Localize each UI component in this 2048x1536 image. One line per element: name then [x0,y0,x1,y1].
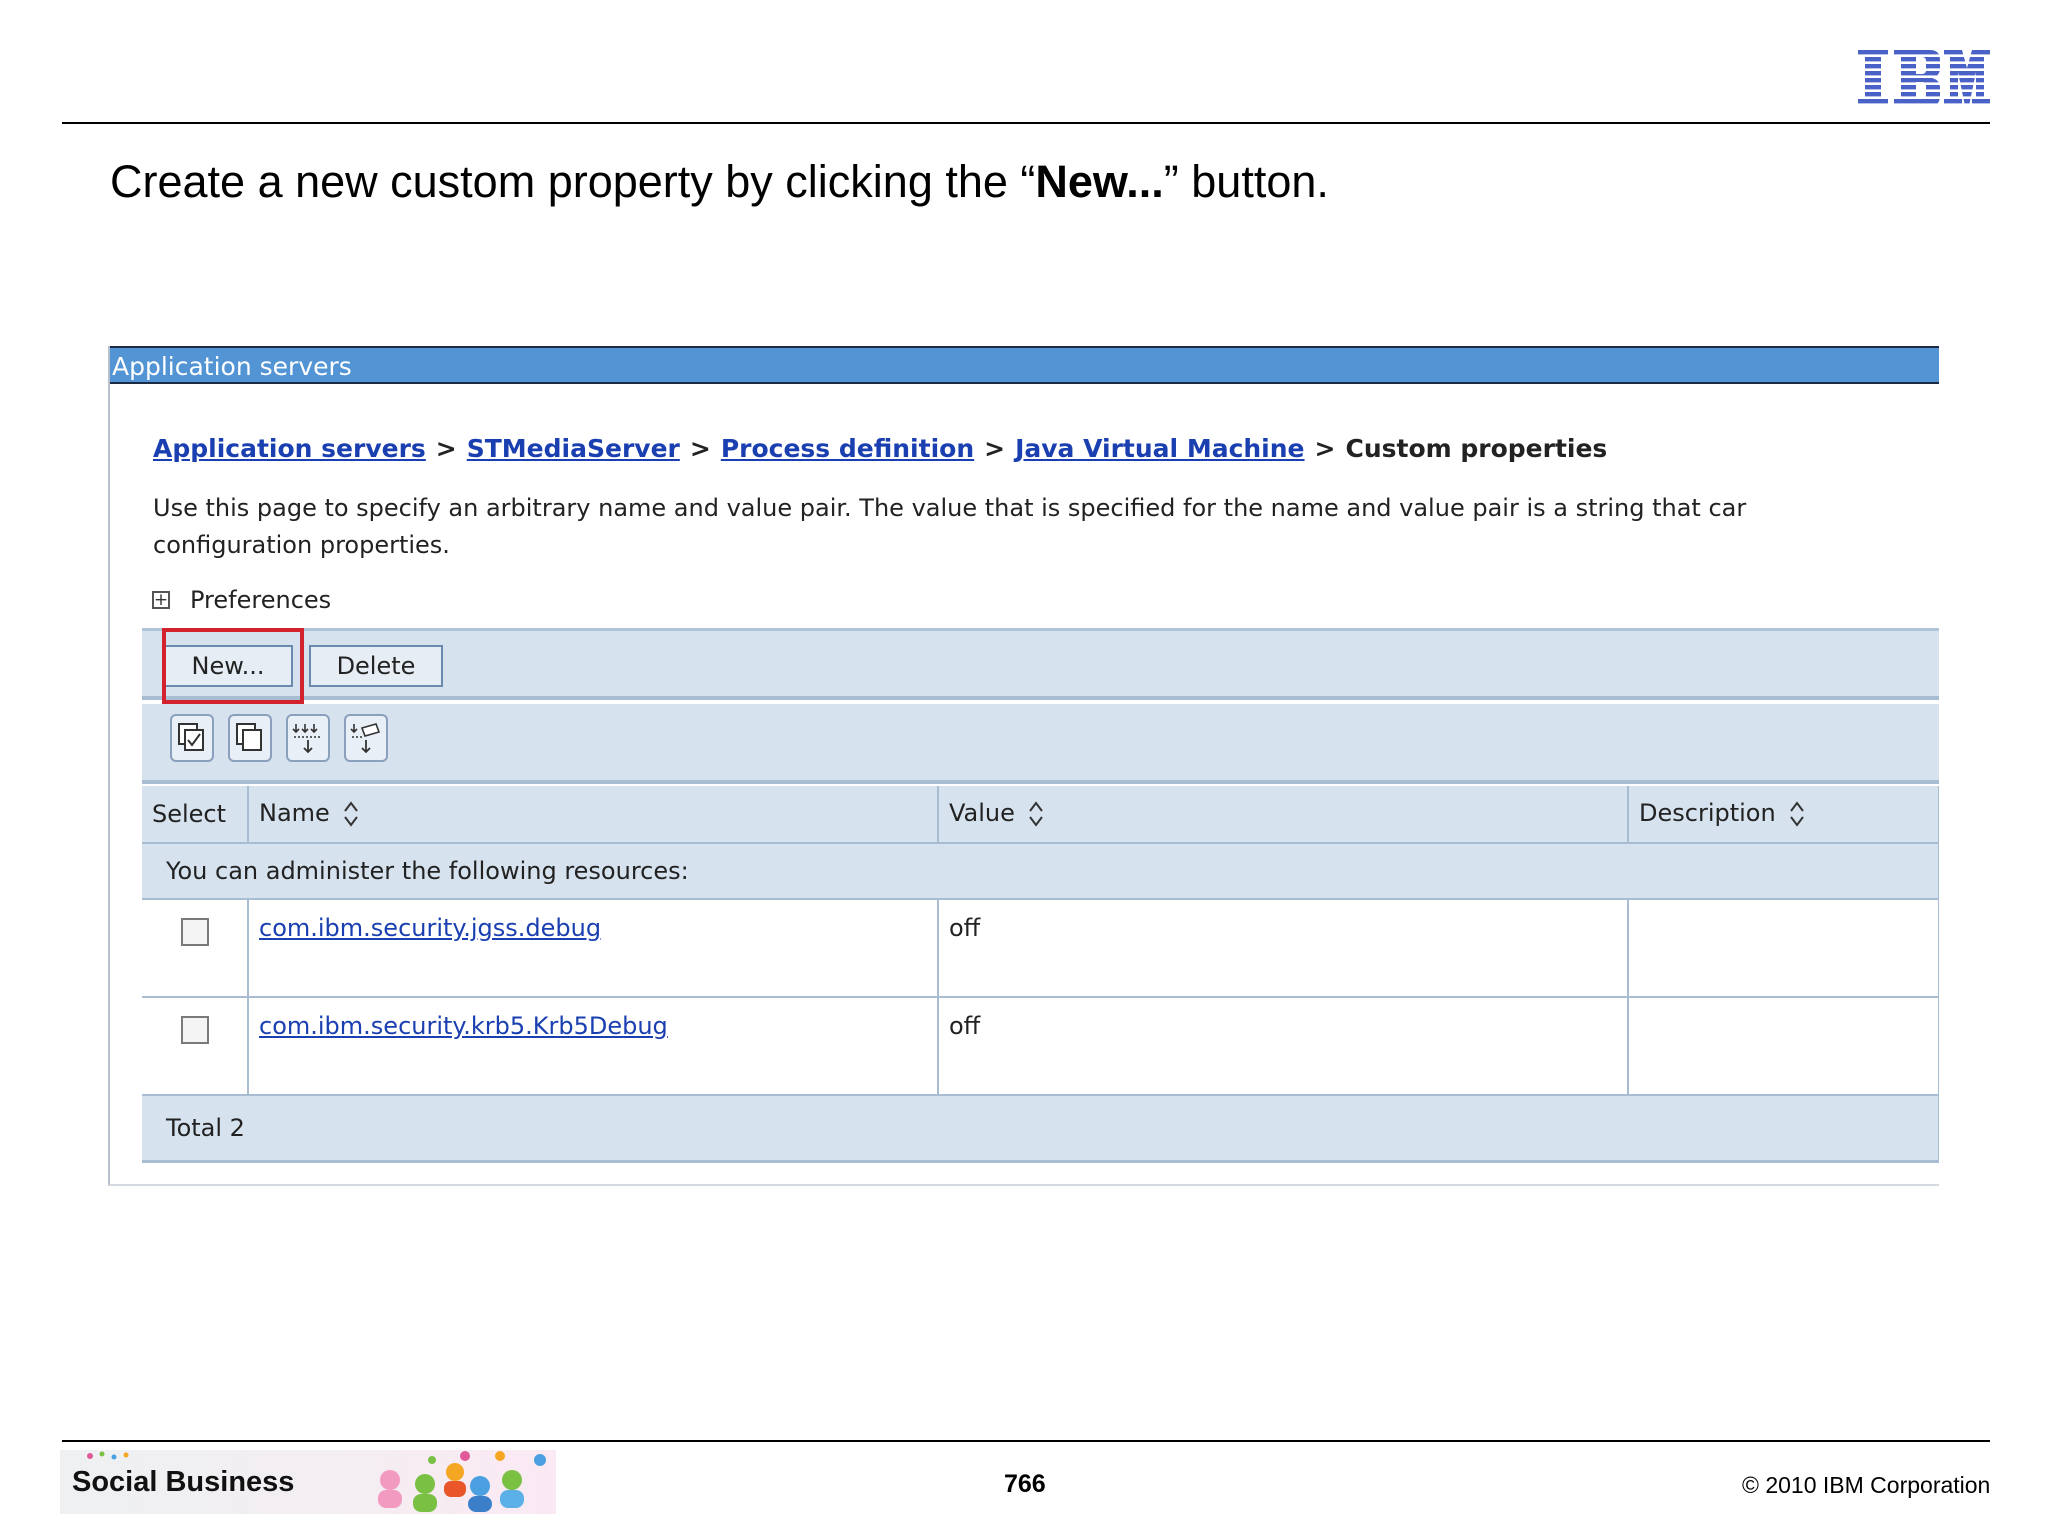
breadcrumb-separator: > [435,434,457,463]
copyright: © 2010 IBM Corporation [1742,1472,1991,1498]
breadcrumb-separator: > [1314,434,1336,463]
resources-message: You can administer the following resourc… [142,843,1939,900]
column-header-value[interactable]: Value [938,786,1629,844]
preferences-label: Preferences [190,586,332,614]
table-row: com.ibm.security.jgss.debug off [142,899,1939,998]
preferences-toggle[interactable]: + Preferences [152,586,331,614]
description-cell [1628,899,1939,998]
name-cell: com.ibm.security.jgss.debug [248,899,939,998]
name-cell: com.ibm.security.krb5.Krb5Debug [248,997,939,1096]
page-number: 766 [1004,1470,1046,1498]
screenshot-panel: Application servers Application servers >… [108,346,1939,1186]
resources-message-row: You can administer the following resourc… [142,843,1939,900]
table-header-row: Select Name Value Description [142,786,1939,844]
panel-header-title: Application servers [112,352,352,381]
sort-icon[interactable] [1027,799,1045,829]
breadcrumb-link-application-servers[interactable]: Application servers [153,434,426,463]
breadcrumb-link-process-definition[interactable]: Process definition [721,434,974,463]
icon-toolbar [142,704,1939,784]
row-checkbox[interactable] [180,918,209,946]
show-filter-icon[interactable] [286,714,330,762]
description-line-1: Use this page to specify an arbitrary na… [153,494,1747,522]
row-checkbox[interactable] [180,1016,209,1044]
column-header-description[interactable]: Description [1628,786,1939,844]
description-line-2: configuration properties. [153,531,450,559]
slide-title: Create a new custom property by clicking… [110,156,1329,207]
panel-header: Application servers [110,346,1939,384]
column-header-select: Select [142,786,249,844]
value-cell: off [938,997,1629,1096]
top-rule [62,122,1990,124]
table-total: Total 2 [142,1095,1939,1163]
delete-button[interactable]: Delete [309,645,443,687]
breadcrumb-separator: > [689,434,711,463]
column-header-name[interactable]: Name [248,786,939,844]
slide-title-bold: New... [1035,156,1164,207]
page-description: Use this page to specify an arbitrary na… [153,490,1939,564]
table-total-row: Total 2 [142,1095,1939,1163]
select-cell [142,899,249,998]
description-cell [1628,997,1939,1096]
breadcrumb-current: Custom properties [1345,434,1608,463]
property-link[interactable]: com.ibm.security.krb5.Krb5Debug [259,1012,668,1040]
select-cell [142,997,249,1096]
custom-properties-table: Select Name Value Description You can ad… [142,786,1939,1163]
new-button-highlight [162,628,304,704]
property-link[interactable]: com.ibm.security.jgss.debug [259,914,601,942]
breadcrumb: Application servers > STMediaServer > Proces… [153,434,1607,463]
bottom-rule [62,1440,1990,1442]
value-cell: off [938,899,1629,998]
select-all-icon[interactable] [170,714,214,762]
deselect-all-icon[interactable] [228,714,272,762]
sort-icon[interactable] [1788,799,1806,829]
footer-brand: Social Business [72,1466,295,1498]
ibm-logo [1858,50,1990,106]
table-row: com.ibm.security.krb5.Krb5Debug off [142,997,1939,1096]
clear-filter-icon[interactable] [344,714,388,762]
breadcrumb-separator: > [984,434,1006,463]
button-bar: New... Delete [142,628,1939,700]
expand-plus-icon[interactable]: + [152,591,170,609]
breadcrumb-link-java-virtual-machine[interactable]: Java Virtual Machine [1015,434,1304,463]
breadcrumb-link-stmediaserver[interactable]: STMediaServer [467,434,680,463]
sort-icon[interactable] [342,799,360,829]
